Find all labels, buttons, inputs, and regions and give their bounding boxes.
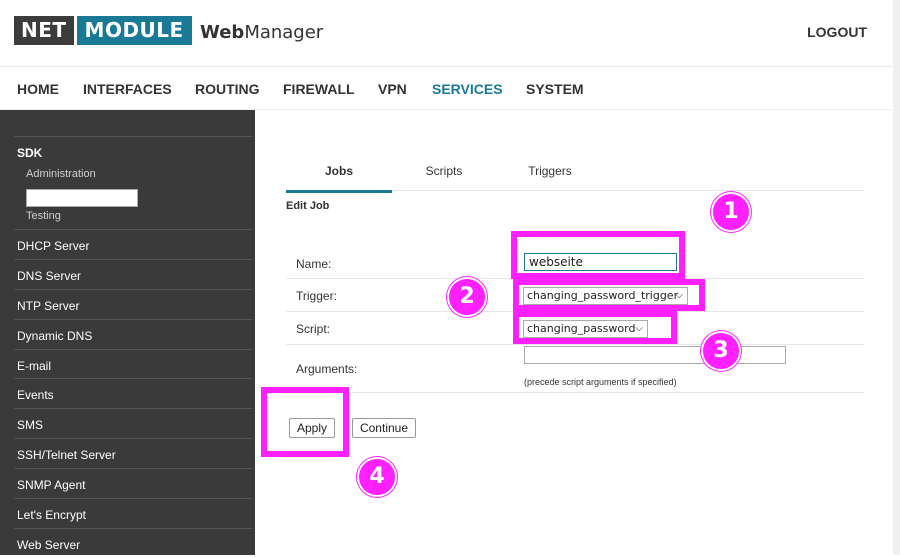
logo-net-text: NET bbox=[14, 16, 74, 45]
sidebar-item-label: SNMP Agent bbox=[17, 478, 86, 492]
tab-jobs-label: Jobs bbox=[324, 164, 353, 178]
app-name-rest: Manager bbox=[244, 22, 324, 43]
sidebar-item-label: Web Server bbox=[17, 538, 81, 552]
sidebar-item-label: Let's Encrypt bbox=[17, 508, 86, 522]
nav-home[interactable]: HOME bbox=[17, 81, 59, 97]
step-badge-2: 2 bbox=[447, 277, 487, 317]
logout-link[interactable]: LOGOUT bbox=[807, 24, 867, 40]
step-badge-4: 4 bbox=[357, 457, 397, 497]
nav-interfaces[interactable]: INTERFACES bbox=[83, 81, 172, 97]
sidebar-divider bbox=[14, 136, 252, 137]
sidebar-item-web-server[interactable]: Web Server bbox=[14, 528, 252, 558]
highlight-trigger-box bbox=[513, 279, 705, 311]
tab-bar: Jobs Scripts Triggers bbox=[286, 160, 864, 193]
sidebar-item-ntp-server[interactable]: NTP Server bbox=[14, 289, 252, 319]
nav-firewall[interactable]: FIREWALL bbox=[283, 81, 355, 97]
sidebar-item-sms[interactable]: SMS bbox=[14, 408, 252, 438]
sidebar-item-snmp-agent[interactable]: SNMP Agent bbox=[14, 468, 252, 498]
logo-module-text: MODULE bbox=[76, 16, 192, 45]
sidebar-item-label: Dynamic DNS bbox=[17, 329, 93, 343]
arguments-label: Arguments: bbox=[296, 362, 358, 376]
sidebar-item-label: SSH/Telnet Server bbox=[17, 448, 116, 462]
sidebar-item-label: SMS bbox=[17, 418, 44, 432]
main-nav: HOME INTERFACES ROUTING FIREWALL VPN SER… bbox=[0, 67, 893, 109]
nav-routing[interactable]: ROUTING bbox=[195, 81, 260, 97]
top-bar: NET MODULE WebManager LOGOUT bbox=[0, 0, 893, 67]
sidebar-item-lets-encrypt[interactable]: Let's Encrypt bbox=[14, 498, 252, 528]
continue-button[interactable]: Continue bbox=[352, 418, 416, 438]
sidebar-item-label: Events bbox=[17, 388, 54, 402]
sidebar-item-email[interactable]: E-mail bbox=[14, 349, 252, 379]
tab-triggers[interactable]: Triggers bbox=[497, 164, 603, 178]
trigger-label: Trigger: bbox=[296, 289, 337, 303]
sidebar-item-label: E-mail bbox=[17, 359, 52, 373]
active-tab-indicator bbox=[286, 190, 392, 193]
nav-services[interactable]: SERVICES bbox=[432, 81, 503, 97]
step-badge-3: 3 bbox=[701, 331, 741, 371]
script-label: Script: bbox=[296, 322, 331, 336]
name-label: Name: bbox=[296, 257, 332, 271]
nav-system[interactable]: SYSTEM bbox=[526, 81, 584, 97]
highlight-script-box bbox=[513, 311, 677, 344]
form-title: Edit Job bbox=[286, 200, 330, 212]
arguments-row: Arguments: (precede script arguments if … bbox=[286, 344, 864, 393]
highlight-name-box bbox=[511, 231, 685, 279]
sidebar-item-label: NTP Server bbox=[17, 299, 80, 313]
step-badge-1: 1 bbox=[711, 192, 751, 232]
sidebar-item-events[interactable]: Events bbox=[14, 378, 252, 408]
sidebar-item-dhcp-server[interactable]: DHCP Server bbox=[14, 229, 252, 259]
tab-scripts[interactable]: Scripts bbox=[391, 164, 497, 178]
tab-jobs[interactable]: Jobs bbox=[286, 164, 392, 193]
sidebar-item-ssh-telnet-server[interactable]: SSH/Telnet Server bbox=[14, 438, 252, 468]
arguments-input[interactable] bbox=[524, 346, 786, 364]
sidebar-sub-job-management[interactable]: Job Management bbox=[26, 189, 139, 207]
nav-vpn[interactable]: VPN bbox=[378, 81, 407, 97]
app-name: WebManager bbox=[200, 22, 323, 43]
sidebar-sub-administration[interactable]: Administration bbox=[26, 168, 96, 180]
sidebar-item-label: DNS Server bbox=[17, 269, 82, 283]
sidebar-item-label: DHCP Server bbox=[17, 239, 90, 253]
netmodule-logo[interactable]: NET MODULE bbox=[14, 16, 192, 45]
page-scrollbar[interactable] bbox=[893, 0, 900, 555]
sidebar-item-dns-server[interactable]: DNS Server bbox=[14, 259, 252, 289]
sidebar: SDK Administration Job Management Testin… bbox=[0, 110, 255, 555]
sidebar-section-sdk[interactable]: SDK bbox=[17, 146, 42, 160]
arguments-hint: (precede script arguments if specified) bbox=[524, 377, 677, 387]
sidebar-item-dynamic-dns[interactable]: Dynamic DNS bbox=[14, 319, 252, 349]
highlight-apply-box bbox=[261, 387, 349, 457]
app-name-bold: Web bbox=[200, 22, 245, 43]
sidebar-sub-testing[interactable]: Testing bbox=[26, 210, 61, 222]
